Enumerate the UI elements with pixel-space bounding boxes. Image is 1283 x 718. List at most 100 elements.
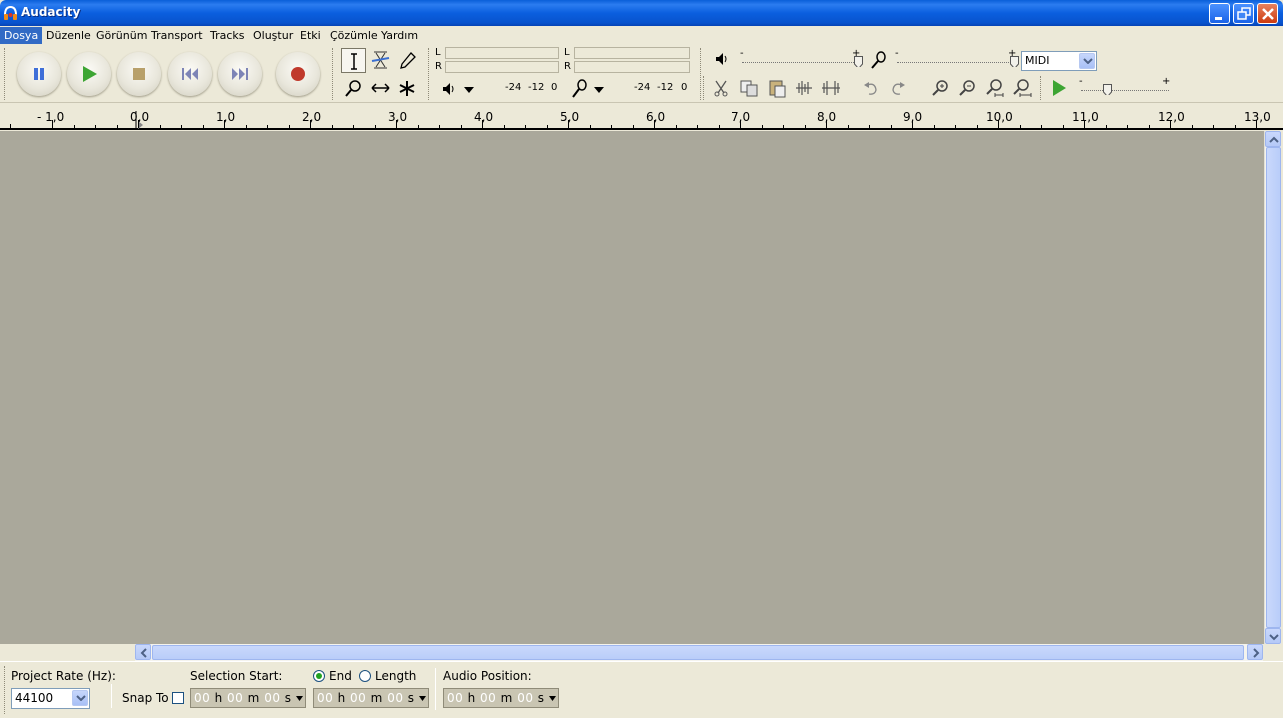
scroll-down-button[interactable] [1265,628,1281,644]
draw-tool[interactable] [395,48,420,73]
scroll-up-button[interactable] [1265,131,1281,147]
chevron-down-icon[interactable] [296,696,303,701]
paste-button[interactable] [766,77,788,99]
ruler-tick [740,120,741,128]
playback-speed-thumb[interactable] [1103,84,1112,95]
menu-analyze[interactable]: Çözümle [326,27,382,44]
restore-button[interactable] [1233,3,1254,24]
ruler-tick [1084,120,1085,128]
menu-view[interactable]: Görünüm [92,27,151,44]
input-source-select[interactable]: MIDI [1021,51,1097,71]
chevron-down-icon[interactable] [1079,53,1095,69]
chevron-down-icon[interactable] [419,696,426,701]
toolbar-grip[interactable] [332,48,335,100]
toolbar-grip[interactable] [4,48,7,100]
close-button[interactable] [1257,3,1278,24]
trim-audio-icon [796,81,812,95]
menu-tracks[interactable]: Tracks [206,27,249,44]
input-volume-thumb[interactable] [1010,56,1019,67]
ruler-tick [504,125,505,128]
input-source-value: MIDI [1025,54,1050,67]
undo-button[interactable] [860,77,882,99]
chevron-down-icon[interactable] [549,696,556,701]
zoom-out-button[interactable] [956,77,978,99]
ruler-tick [912,120,913,128]
skip-end-button[interactable] [218,52,262,96]
hours-unit: h [467,691,476,705]
output-meter-left[interactable] [445,47,559,59]
record-button[interactable] [276,52,320,96]
play-at-speed-button[interactable] [1048,77,1070,99]
ruler-tick [289,125,290,128]
selection-tool[interactable] [341,48,366,73]
ruler-tick [891,125,892,128]
ruler-tick [74,125,75,128]
ruler-tick [332,125,333,128]
ruler-tick [418,125,419,128]
trim-audio-button[interactable] [793,77,815,99]
track-area[interactable] [0,131,1264,644]
chevron-down-icon[interactable] [72,690,88,706]
project-rate-select[interactable]: 44100 [11,688,90,709]
menu-effect[interactable]: Etki [296,27,325,44]
input-meter-right[interactable] [574,61,690,73]
pause-icon [34,68,44,80]
redo-button[interactable] [887,77,909,99]
timeshift-tool[interactable] [368,76,393,101]
play-button[interactable] [67,52,111,96]
toolbar-grip[interactable] [428,48,431,100]
silence-button[interactable] [820,77,842,99]
menu-transport[interactable]: Transport [147,27,207,44]
scroll-right-button[interactable] [1247,644,1263,660]
selection-end-time[interactable]: 00 h 00 m 00 s [313,688,429,708]
ruler-tick [461,125,462,128]
snap-to-checkbox[interactable] [172,692,184,704]
ruler-label: 12,0 [1158,110,1185,124]
ruler-label: 1,0 [216,110,236,124]
input-meter-left[interactable] [574,47,690,59]
play-head-icon[interactable] [133,111,145,129]
output-meter-right[interactable] [445,61,559,73]
output-meter-menu-icon[interactable] [462,85,476,95]
scroll-left-button[interactable] [135,644,151,660]
zoom-in-button[interactable] [929,77,951,99]
output-meter-r-label: R [435,61,442,72]
length-radio[interactable] [359,670,371,682]
playback-speed-slider[interactable] [1081,90,1169,91]
stop-button[interactable] [117,52,161,96]
menu-generate[interactable]: Oluştur [249,27,297,44]
output-volume-slider[interactable] [742,62,860,63]
minimize-button[interactable] [1209,3,1230,24]
input-meter-menu-icon[interactable] [592,85,606,95]
toolbar-grip[interactable] [1040,76,1043,100]
multi-tool[interactable] [395,76,420,101]
input-volume-slider[interactable] [897,62,1015,63]
ruler-tick [676,125,677,128]
envelope-tool[interactable] [368,48,393,73]
horizontal-scrollbar[interactable] [135,644,1263,661]
zoom-tool[interactable] [341,76,366,101]
ruler-tick [826,120,827,128]
fit-project-button[interactable] [1010,77,1032,99]
trim-button[interactable] [710,77,732,99]
pause-button[interactable] [17,52,61,96]
end-radio[interactable] [313,670,325,682]
horizontal-scroll-thumb[interactable] [152,645,1244,660]
audio-position-time[interactable]: 00 h 00 m 00 s [443,688,559,708]
selection-start-time[interactable]: 00 h 00 m 00 s [190,688,306,708]
ruler-tick [1149,125,1150,128]
menu-file[interactable]: Dosya [0,27,43,44]
copy-button[interactable] [738,77,760,99]
skip-start-button[interactable] [168,52,212,96]
vertical-scrollbar[interactable] [1264,131,1281,644]
menu-edit[interactable]: Düzenle [42,27,95,44]
audacity-app-icon [4,6,17,20]
output-volume-thumb[interactable] [854,56,863,67]
toolbar-grip[interactable] [4,666,7,714]
stop-icon [133,68,145,80]
fit-selection-button[interactable] [983,77,1005,99]
toolbar-grip[interactable] [703,76,706,100]
vertical-scroll-thumb[interactable] [1266,147,1281,628]
timeline-ruler[interactable]: - 1,0 0,0 1,0 2,0 3,0 4,0 5,0 6,0 7,0 8,… [0,103,1283,130]
menu-help[interactable]: Yardım [377,27,422,44]
